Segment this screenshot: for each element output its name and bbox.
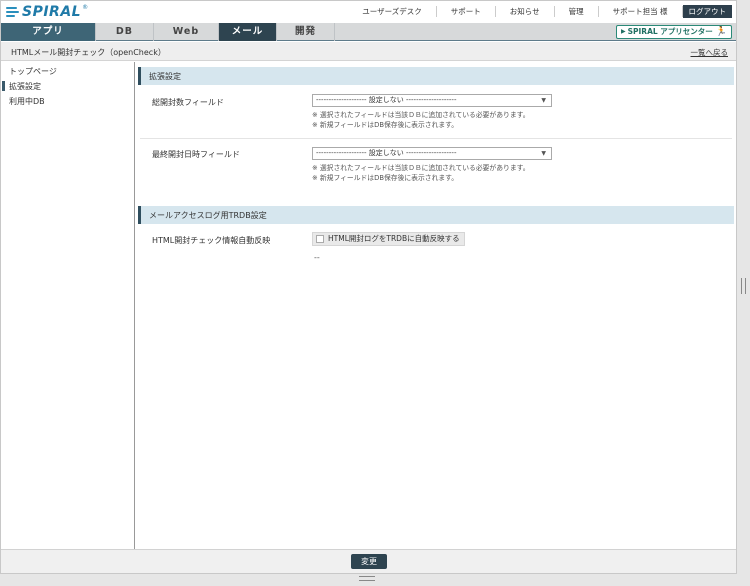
app-center-label: SPIRAL アプリセンター (627, 27, 713, 36)
section-title: 拡張設定 (149, 72, 181, 81)
spiral-logo[interactable]: SPIRAL ® (6, 4, 88, 20)
top-links: ユーザーズデスク サポート お知らせ 管理 サポート担当 様 ログアウト (348, 5, 732, 18)
row-divider (140, 138, 732, 139)
field-note: ※ 選択されたフィールドは当該ＤＢに追加されている必要があります。 (312, 164, 530, 172)
resize-handle-bottom[interactable] (359, 576, 375, 581)
logout-button[interactable]: ログアウト (682, 5, 732, 18)
page-title-bar: HTMLメール開封チェック（openCheck） 一覧へ戻る (1, 42, 736, 61)
logo-text: SPIRAL (22, 4, 82, 20)
total-opens-field-select[interactable]: -------------------- 設定しない -------------… (312, 94, 552, 107)
field-note: ※ 新規フィールドはDB保存後に表示されます。 (312, 174, 459, 182)
resize-handle-right[interactable] (741, 278, 746, 294)
chevron-down-icon: ▼ (541, 97, 546, 104)
page-title: HTMLメール開封チェック（openCheck） (11, 48, 166, 57)
section-header-trdb: メールアクセスログ用TRDB設定 (138, 206, 734, 224)
tab-mail[interactable]: メール (219, 23, 277, 41)
link-support[interactable]: サポート (437, 6, 496, 17)
field-label-total-opens: 総開封数フィールド (152, 98, 224, 107)
section-header-extended: 拡張設定 (138, 67, 734, 85)
logo-registered-mark: ® (82, 4, 89, 11)
link-admin[interactable]: 管理 (555, 6, 599, 17)
tab-app[interactable]: アプリ (1, 23, 96, 41)
trdb-value: -- (314, 253, 320, 262)
main-content: 拡張設定 総開封数フィールド -------------------- 設定しな… (136, 62, 736, 549)
tab-web[interactable]: Web (154, 23, 219, 41)
select-value: -------------------- 設定しない -------------… (316, 96, 457, 104)
select-value: -------------------- 設定しない -------------… (316, 149, 457, 157)
submit-change-button[interactable]: 変更 (351, 554, 387, 569)
user-name-link[interactable]: サポート担当 様 (599, 6, 683, 17)
chevron-down-icon: ▼ (541, 150, 546, 157)
field-label-last-open-datetime: 最終開封日時フィールド (152, 150, 240, 159)
sidebar-item-top-page[interactable]: トップページ (9, 66, 57, 77)
section-title: メールアクセスログ用TRDB設定 (149, 211, 267, 220)
sidebar-item-db-in-use[interactable]: 利用中DB (9, 96, 45, 107)
link-users-desk[interactable]: ユーザーズデスク (348, 6, 437, 17)
bottom-action-bar: 変更 (1, 549, 736, 573)
field-note: ※ 選択されたフィールドは当該ＤＢに追加されている必要があります。 (312, 111, 530, 119)
person-running-icon: 🏃 (715, 27, 727, 37)
main-nav: アプリ DB Web メール 開発 ▶ SPIRAL アプリセンター 🏃 (1, 23, 736, 41)
sidebar: トップページ 拡張設定 利用中DB (1, 62, 135, 549)
sidebar-active-marker (2, 81, 5, 91)
auto-reflect-checkbox[interactable]: HTML開封ログをTRDBに自動反映する (312, 232, 465, 246)
field-label-auto-reflect: HTML開封チェック情報自動反映 (152, 236, 271, 245)
play-arrow-icon: ▶ (620, 28, 626, 35)
checkbox-icon (316, 235, 324, 243)
checkbox-label: HTML開封ログをTRDBに自動反映する (328, 234, 460, 243)
sidebar-item-extended-settings[interactable]: 拡張設定 (9, 81, 41, 92)
top-header: SPIRAL ® ユーザーズデスク サポート お知らせ 管理 サポート担当 様 … (1, 1, 736, 23)
tab-db[interactable]: DB (96, 23, 154, 41)
link-news[interactable]: お知らせ (496, 6, 555, 17)
app-window: SPIRAL ® ユーザーズデスク サポート お知らせ 管理 サポート担当 様 … (0, 0, 737, 574)
last-open-datetime-field-select[interactable]: -------------------- 設定しない -------------… (312, 147, 552, 160)
app-center-button[interactable]: ▶ SPIRAL アプリセンター 🏃 (615, 25, 732, 39)
back-to-list-link[interactable]: 一覧へ戻る (691, 47, 729, 58)
field-note: ※ 新規フィールドはDB保存後に表示されます。 (312, 121, 459, 129)
tab-dev[interactable]: 開発 (277, 23, 335, 41)
spiral-logo-icon (6, 5, 20, 19)
